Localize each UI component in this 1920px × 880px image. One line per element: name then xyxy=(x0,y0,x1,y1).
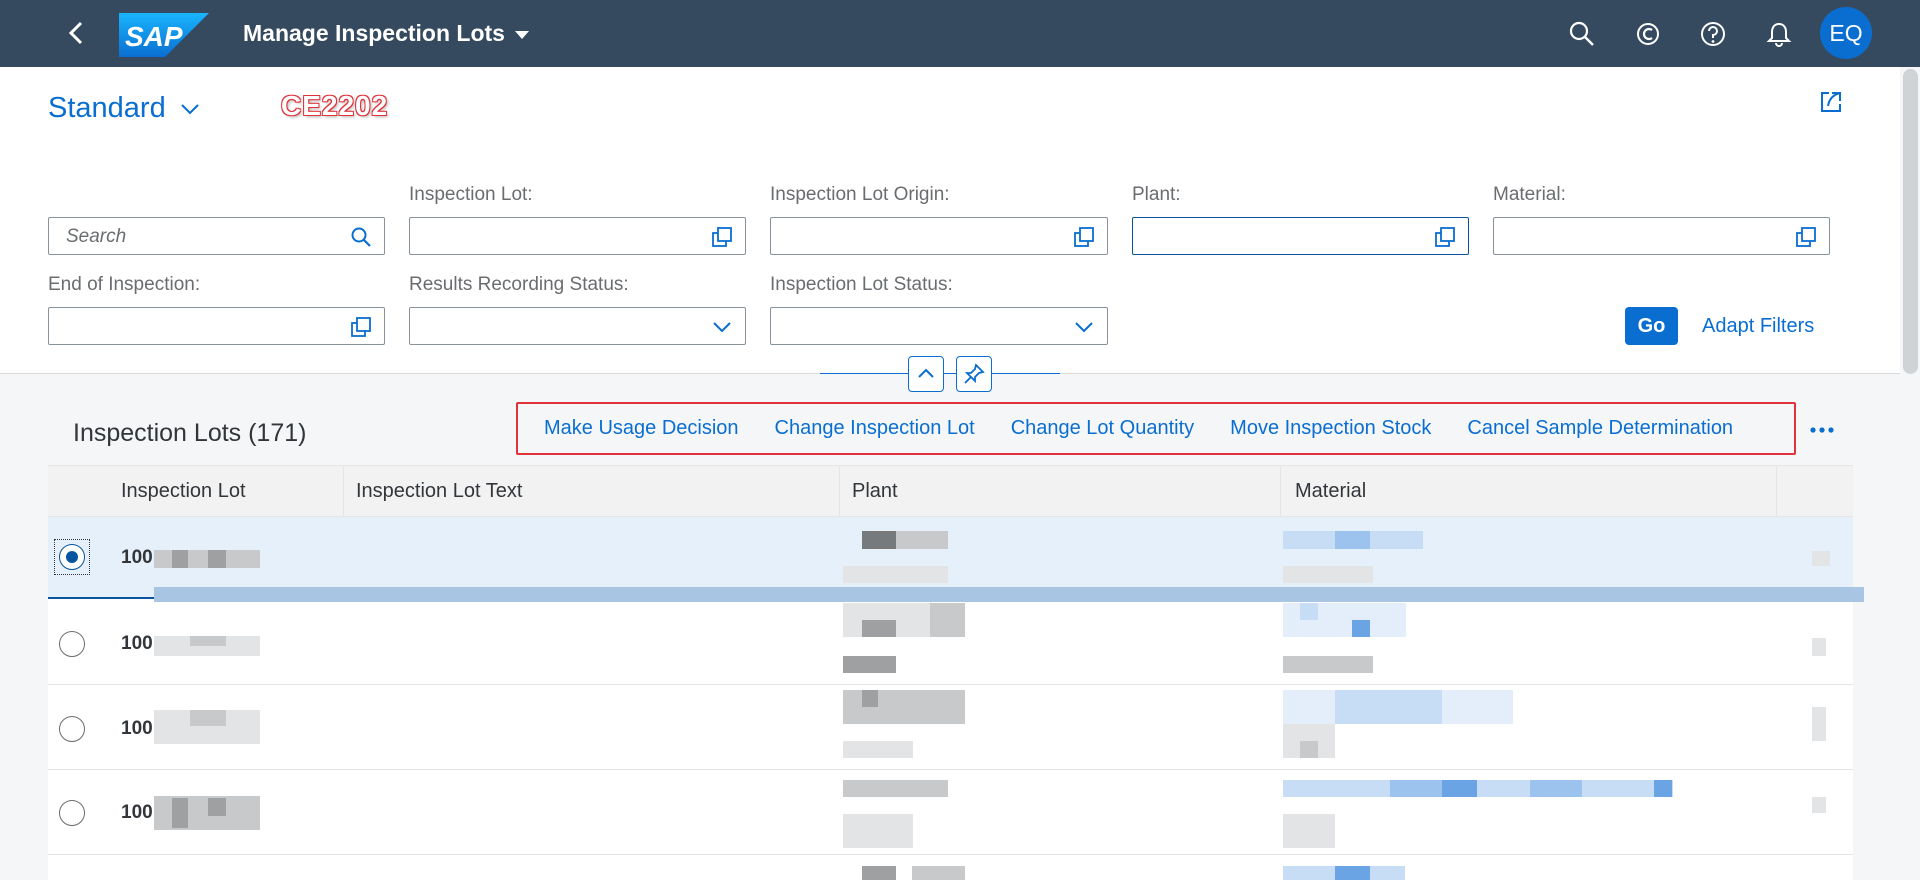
value-help-icon[interactable] xyxy=(1795,226,1817,248)
inspection-lot-status-label: Inspection Lot Status: xyxy=(770,274,953,295)
pin-header-button[interactable] xyxy=(956,356,992,392)
column-divider xyxy=(343,466,344,518)
back-icon[interactable] xyxy=(62,18,92,48)
row-radio-button[interactable] xyxy=(59,631,85,657)
inspection-lot-number[interactable]: 100 xyxy=(121,802,153,824)
system-stamp: CE2202 xyxy=(281,90,389,121)
results-recording-status-select[interactable] xyxy=(409,307,746,345)
page-scrollbar[interactable] xyxy=(1902,67,1920,880)
column-divider xyxy=(1776,466,1777,518)
column-material[interactable]: Material xyxy=(1295,480,1366,503)
plant-label: Plant: xyxy=(1132,184,1181,205)
search-input[interactable]: Search xyxy=(48,217,385,255)
end-of-inspection-field[interactable] xyxy=(48,307,385,345)
app-title: Manage Inspection Lots xyxy=(243,20,505,46)
selection-overlay xyxy=(154,587,1864,602)
inspection-lot-number[interactable]: 100 xyxy=(121,718,153,740)
row-radio-button[interactable] xyxy=(59,800,85,826)
inspection-lot-label: Inspection Lot: xyxy=(409,184,533,205)
row-radio-button[interactable] xyxy=(59,716,85,742)
app-title-menu[interactable]: Manage Inspection Lots xyxy=(243,20,529,47)
go-button[interactable]: Go xyxy=(1625,307,1678,345)
change-inspection-lot-button[interactable]: Change Inspection Lot xyxy=(775,417,975,440)
share-icon[interactable] xyxy=(1818,89,1844,115)
value-help-icon[interactable] xyxy=(1073,226,1095,248)
notifications-icon[interactable] xyxy=(1765,20,1793,48)
table-header: Inspection Lot Inspection Lot Text Plant… xyxy=(48,465,1853,518)
sap-logo[interactable]: SAP xyxy=(119,13,209,57)
value-help-icon[interactable] xyxy=(350,316,372,338)
move-inspection-stock-button[interactable]: Move Inspection Stock xyxy=(1230,417,1431,440)
material-label: Material: xyxy=(1493,184,1566,205)
material-field[interactable] xyxy=(1493,217,1830,255)
value-help-icon[interactable] xyxy=(711,226,733,248)
help-icon[interactable] xyxy=(1699,20,1727,48)
overflow-menu-icon[interactable] xyxy=(1807,420,1837,440)
chevron-down-icon[interactable] xyxy=(1073,316,1095,338)
column-divider xyxy=(1280,466,1281,518)
chevron-up-icon xyxy=(918,368,934,378)
scrollbar-thumb[interactable] xyxy=(1903,69,1918,374)
inspection-lot-field[interactable] xyxy=(409,217,746,255)
chevron-down-icon xyxy=(180,103,199,114)
column-inspection-lot-text[interactable]: Inspection Lot Text xyxy=(356,480,522,503)
column-inspection-lot[interactable]: Inspection Lot xyxy=(121,480,246,503)
variant-name: Standard xyxy=(48,92,166,124)
user-avatar[interactable]: EQ xyxy=(1820,7,1872,59)
copilot-icon[interactable] xyxy=(1634,20,1662,48)
value-help-icon[interactable] xyxy=(1434,226,1456,248)
adapt-filters-link[interactable]: Adapt Filters xyxy=(1702,315,1814,338)
cancel-sample-determination-button[interactable]: Cancel Sample Determination xyxy=(1467,417,1733,440)
change-lot-quantity-button[interactable]: Change Lot Quantity xyxy=(1011,417,1194,440)
collapse-header-button[interactable] xyxy=(908,356,944,392)
chevron-down-icon[interactable] xyxy=(711,316,733,338)
make-usage-decision-button[interactable]: Make Usage Decision xyxy=(544,417,739,440)
end-of-inspection-label: End of Inspection: xyxy=(48,274,201,295)
column-plant[interactable]: Plant xyxy=(852,480,898,503)
shell-bar: SAP Manage Inspection Lots EQ xyxy=(0,0,1920,67)
search-placeholder: Search xyxy=(66,226,127,247)
plant-field[interactable] xyxy=(1132,217,1469,255)
table-title: Inspection Lots (171) xyxy=(73,419,307,447)
inspection-lot-status-select[interactable] xyxy=(770,307,1108,345)
results-recording-status-label: Results Recording Status: xyxy=(409,274,629,295)
caret-down-icon xyxy=(514,31,529,39)
row-radio-button[interactable] xyxy=(59,544,85,570)
inspection-lot-origin-field[interactable] xyxy=(770,217,1108,255)
inspection-lot-number[interactable]: 100 xyxy=(121,547,153,569)
inspection-lot-number[interactable]: 100 xyxy=(121,633,153,655)
sap-logo-text: SAP xyxy=(125,21,183,52)
pin-icon xyxy=(964,363,985,384)
table-actions-highlight: Make Usage Decision Change Inspection Lo… xyxy=(516,402,1796,455)
search-icon[interactable] xyxy=(350,226,372,248)
column-divider xyxy=(839,466,840,518)
search-icon[interactable] xyxy=(1568,20,1596,48)
filter-header: Standard CE2202 Search Inspection Lot: I… xyxy=(0,67,1900,374)
inspection-lot-origin-label: Inspection Lot Origin: xyxy=(770,184,950,205)
variant-selector[interactable]: Standard xyxy=(48,92,200,125)
